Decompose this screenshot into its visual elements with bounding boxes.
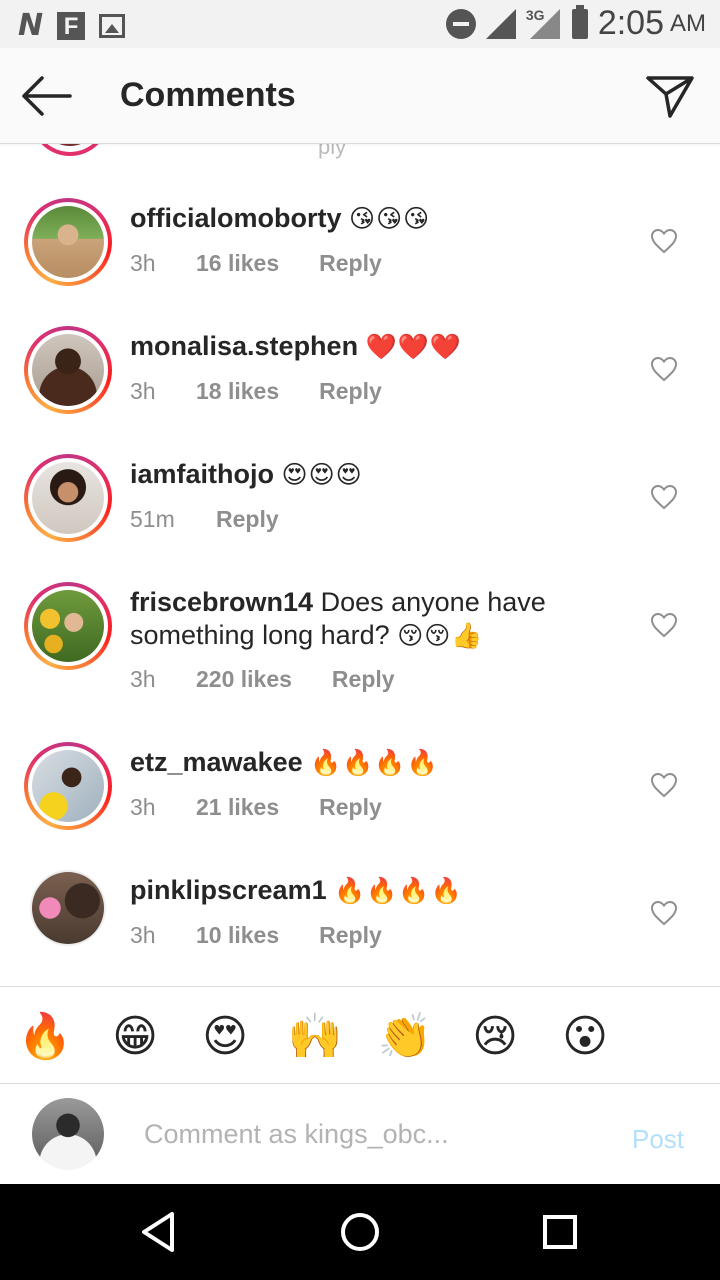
status-right-icons: 3G 2:05 AM [445,4,706,43]
avatar[interactable] [24,454,112,542]
comment-username[interactable]: friscebrown14 [130,587,313,617]
do-not-disturb-icon [445,8,476,39]
emoji-surprised-button[interactable]: 😮 [555,1007,615,1067]
comment-emoji: 🔥🔥🔥🔥 [310,749,439,777]
reply-button[interactable]: Reply [319,922,382,949]
comment-time: 3h [130,250,156,276]
signal-icon [485,8,516,39]
status-left-icons: N F [18,8,126,43]
emoji-quick-bar: 🔥 😁 😍 🙌 👏 😢 😮 [0,986,720,1084]
comment-input[interactable] [144,1114,584,1154]
comment-likes[interactable]: 220 likes [196,666,292,693]
avatar[interactable] [30,870,106,946]
emoji-heart-eyes-button[interactable]: 😍 [195,1007,255,1067]
gallery-icon [99,13,126,38]
emoji-grin-button[interactable]: 😁 [105,1007,165,1067]
reply-button[interactable]: Reply [319,250,382,277]
comment-emoji: 😘😘😘 [349,205,431,233]
comment-likes[interactable]: 10 likes [196,922,279,949]
comment-username[interactable]: iamfaithojo [130,459,274,489]
heart-icon[interactable] [650,228,678,254]
clock-ampm: AM [670,9,706,37]
paper-plane-icon [646,76,694,118]
comment-time: 51m [130,506,175,532]
clock-time: 2:05 [597,4,664,42]
reply-button[interactable]: Reply [319,378,382,405]
heart-icon[interactable] [650,484,678,510]
comment-username[interactable]: officialomoborty [130,203,342,233]
emoji-clap-button[interactable]: 👏 [375,1007,435,1067]
comment-emoji: 😍😍😍 [281,461,363,489]
system-nav-bar [0,1184,720,1280]
emoji-raised-hands-button[interactable]: 🙌 [285,1007,345,1067]
battery-icon [571,4,588,39]
comment-time: 3h [130,378,156,404]
comment-likes[interactable]: 21 likes [196,794,279,821]
heart-icon[interactable] [650,772,678,798]
avatar[interactable] [24,582,112,670]
comment-time: 3h [130,922,156,948]
reply-button[interactable]: Reply [216,506,279,533]
post-button[interactable]: Post [632,1124,684,1155]
comment-likes[interactable]: 18 likes [196,378,279,405]
arrow-left-icon [22,76,72,116]
comment-emoji: 😚😚👍 [397,622,484,650]
emoji-fire-button[interactable]: 🔥 [15,1007,75,1067]
heart-icon[interactable] [650,356,678,382]
comment-emoji: ❤️❤️❤️ [365,333,462,361]
page-title: Comments [120,76,296,114]
reply-fragment: ply [318,144,347,159]
comment-username[interactable]: monalisa.stephen [130,331,358,361]
comment-emoji: 🔥🔥🔥🔥 [334,877,463,905]
avatar [32,1098,104,1170]
comment-likes[interactable]: 16 likes [196,250,279,277]
reply-button[interactable]: Reply [319,794,382,821]
avatar[interactable] [24,742,112,830]
heart-icon[interactable] [650,900,678,926]
reply-button[interactable]: Reply [332,666,395,693]
comment-time: 3h [130,794,156,820]
heart-icon[interactable] [650,612,678,638]
comment-time: 3h [130,666,156,692]
nav-back-icon[interactable] [136,1208,184,1256]
share-button[interactable] [644,72,696,120]
comment-username[interactable]: pinklipscream1 [130,875,327,905]
network-type: 3G [525,6,545,23]
flipboard-icon: F [57,11,86,40]
avatar[interactable] [24,326,112,414]
comment-composer: Post [0,1084,720,1184]
comment-list[interactable]: ply officialomoborty 😘😘😘 3h 16 likes Rep… [0,144,720,986]
avatar [30,144,110,156]
network-3g-icon: 3G [526,7,562,41]
app-header: Comments [0,48,720,144]
avatar[interactable] [24,198,112,286]
comment-username[interactable]: etz_mawakee [130,747,303,777]
nav-home-icon[interactable] [336,1208,384,1256]
n-app-icon: N [18,8,44,43]
status-bar: N F 3G 2:05 AM [0,0,720,48]
nav-recents-icon[interactable] [536,1208,584,1256]
emoji-cry-button[interactable]: 😢 [465,1007,525,1067]
back-button[interactable] [18,74,74,118]
